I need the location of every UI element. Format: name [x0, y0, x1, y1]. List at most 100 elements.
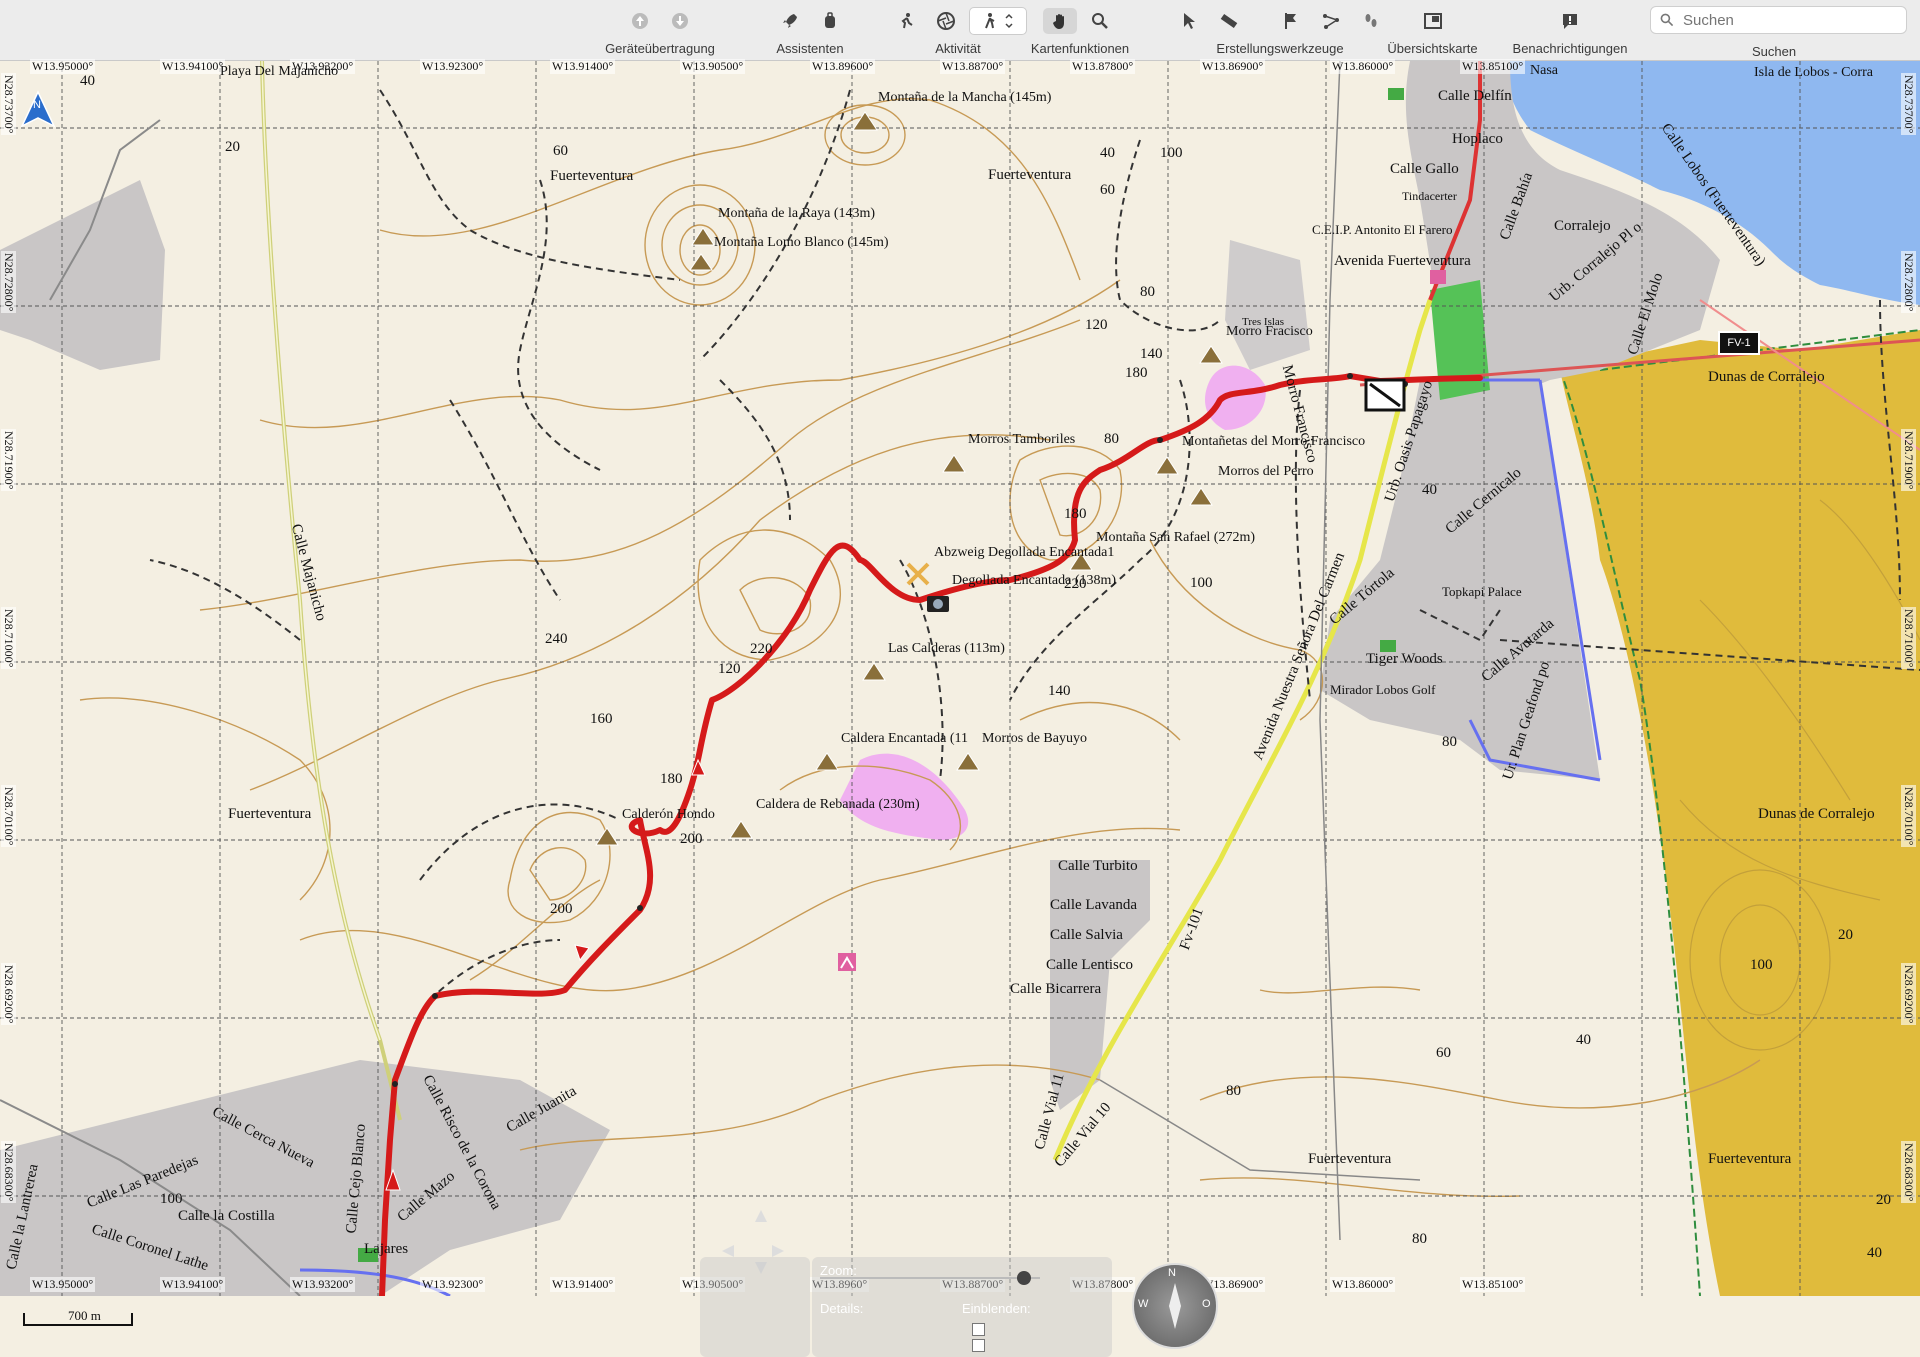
latitude-label: N28.71000° — [1, 607, 16, 670]
place-label: Caldera de Rebanada (230m) — [756, 797, 920, 812]
longitude-label: W13.91400° — [550, 1277, 616, 1292]
contour-label: 80 — [1412, 1231, 1427, 1247]
place-label: Fuerteventura — [1308, 1151, 1392, 1167]
flag-icon[interactable] — [1274, 8, 1308, 34]
place-label: Montaña Lomo Blanco (145m) — [714, 235, 889, 250]
place-label: Dunas de Corralejo — [1758, 806, 1875, 822]
longitude-label: W13.89600° — [810, 59, 876, 74]
longitude-label: W13.93200° — [290, 1277, 356, 1292]
zoom-slider[interactable] — [820, 1277, 1040, 1279]
finish-flag-icon — [1364, 378, 1406, 412]
place-label: Playa Del Majanicho — [220, 64, 339, 79]
place-label: Abzweig Degollada Encantada1 — [934, 545, 1115, 560]
latitude-label: N28.70100° — [1901, 785, 1916, 848]
place-label: Morros de Bayuyo — [982, 731, 1087, 746]
latitude-label: N28.69200° — [1901, 963, 1916, 1026]
details-label: Details: — [820, 1301, 864, 1316]
place-label: Tindacerter — [1402, 189, 1457, 203]
contour-label: 120 — [718, 661, 741, 677]
ruler-icon[interactable] — [1212, 8, 1246, 34]
place-label: Calderón Hondo — [622, 807, 715, 822]
contour-label: 200 — [680, 831, 703, 847]
download-icon[interactable] — [663, 8, 697, 34]
place-label: Calle Turbito — [1058, 858, 1138, 874]
notifications-label: Benachrichtigungen — [1512, 41, 1628, 56]
latitude-label: N28.70100° — [1, 785, 16, 848]
upload-icon[interactable] — [623, 8, 657, 34]
compass-control[interactable]: N W O — [1132, 1263, 1218, 1349]
scale-label: 700 m — [68, 1308, 101, 1323]
contour-label: 20 — [1838, 927, 1853, 943]
latitude-label: N28.73700° — [1, 73, 16, 136]
topographic-map[interactable]: N W13.95000° W13.94100° W13.93200° W13.9230… — [0, 59, 1920, 1357]
street-label: Calle la Costilla — [178, 1208, 275, 1224]
pink-poi-icon — [838, 953, 856, 971]
longitude-label: W13.92300° — [420, 59, 486, 74]
place-label: Nasa — [1530, 63, 1558, 78]
contour-label: 100 — [160, 1191, 183, 1207]
place-label: Hoplaco — [1452, 131, 1503, 147]
pan-control[interactable] — [700, 1257, 810, 1357]
place-label: Calle Lavanda — [1050, 897, 1138, 913]
longitude-label: W13.85100° — [1460, 1277, 1526, 1292]
longitude-label: W13.88700° — [940, 59, 1006, 74]
longitude-label: W13.91400° — [550, 59, 616, 74]
latitude-label: N28.71900° — [1, 429, 16, 492]
running-icon[interactable] — [889, 8, 923, 34]
road-shield-fv1: FV-1 — [1718, 331, 1760, 355]
longitude-label: W13.92300° — [420, 1277, 486, 1292]
overview-map-icon[interactable] — [1416, 8, 1450, 34]
place-label: Morros Tamboriles — [968, 432, 1076, 447]
alert-icon[interactable] — [1553, 8, 1587, 34]
arrow-pointer-icon[interactable] — [1172, 8, 1206, 34]
latitude-label: N28.68300° — [1, 1141, 16, 1204]
place-label: Fuerteventura — [988, 167, 1072, 183]
place-label: Fuerteventura — [1708, 1151, 1792, 1167]
place-label: Mirador Lobos Golf — [1330, 682, 1436, 697]
contour-label: 240 — [545, 631, 568, 647]
longitude-label: W13.86000° — [1330, 59, 1396, 74]
overview-map-label: Übersichtskarte — [1387, 41, 1478, 56]
contour-label: 40 — [1576, 1032, 1591, 1048]
contour-label: 60 — [1436, 1045, 1451, 1061]
zoom-label: Zoom: — [820, 1263, 857, 1278]
overview-map-group: Übersichtskarte — [1370, 6, 1495, 58]
search-label: Suchen — [1752, 44, 1797, 59]
contour-label: 40 — [1422, 482, 1437, 498]
notifications-group: Benachrichtigungen — [1500, 6, 1640, 58]
longitude-label: W13.86000° — [1330, 1277, 1396, 1292]
place-label: Calle Salvia — [1050, 927, 1123, 943]
place-label: Fuerteventura — [550, 168, 634, 184]
place-label: Isla de Lobos - Corra — [1754, 65, 1873, 80]
contour-label: 60 — [553, 143, 568, 159]
place-label: Calle Lentisco — [1046, 957, 1134, 973]
contour-label: 160 — [590, 711, 613, 727]
zoom-slider-thumb[interactable] — [1017, 1271, 1031, 1285]
layer-checkbox[interactable] — [972, 1323, 985, 1336]
search-input[interactable] — [1681, 10, 1895, 30]
place-label: Calle Bicarrera — [1010, 981, 1102, 997]
latitude-label: N28.71000° — [1901, 607, 1916, 670]
search-field[interactable] — [1650, 6, 1907, 34]
route-icon[interactable] — [1314, 8, 1348, 34]
device-transfer-group: Geräteübertragung — [590, 6, 730, 58]
place-label: Lajares — [364, 1241, 409, 1257]
aperture-icon[interactable] — [929, 8, 963, 34]
contour-label: 220 — [1064, 576, 1087, 592]
contour-label: 140 — [1140, 346, 1163, 362]
contour-label: 40 — [1867, 1245, 1882, 1261]
rocket-icon[interactable] — [773, 8, 807, 34]
contour-label: 200 — [550, 901, 573, 917]
layer-checkbox[interactable] — [972, 1339, 985, 1352]
place-label: Montaña de la Raya (143m) — [718, 206, 876, 221]
place-label: Fuerteventura — [228, 806, 312, 822]
hand-icon[interactable] — [1043, 8, 1077, 34]
place-label: Las Calderas (113m) — [888, 641, 1005, 656]
contour-label: 80 — [1104, 431, 1119, 447]
contour-label: 60 — [1100, 182, 1115, 198]
latitude-label: N28.71900° — [1901, 429, 1916, 492]
contour-label: 120 — [1085, 317, 1108, 333]
toolbar: Geräteübertragung Assistenten Aktivität … — [0, 0, 1920, 61]
device-transfer-label: Geräteübertragung — [605, 41, 715, 56]
place-label: Montañetas del Morro Francisco — [1182, 434, 1366, 449]
